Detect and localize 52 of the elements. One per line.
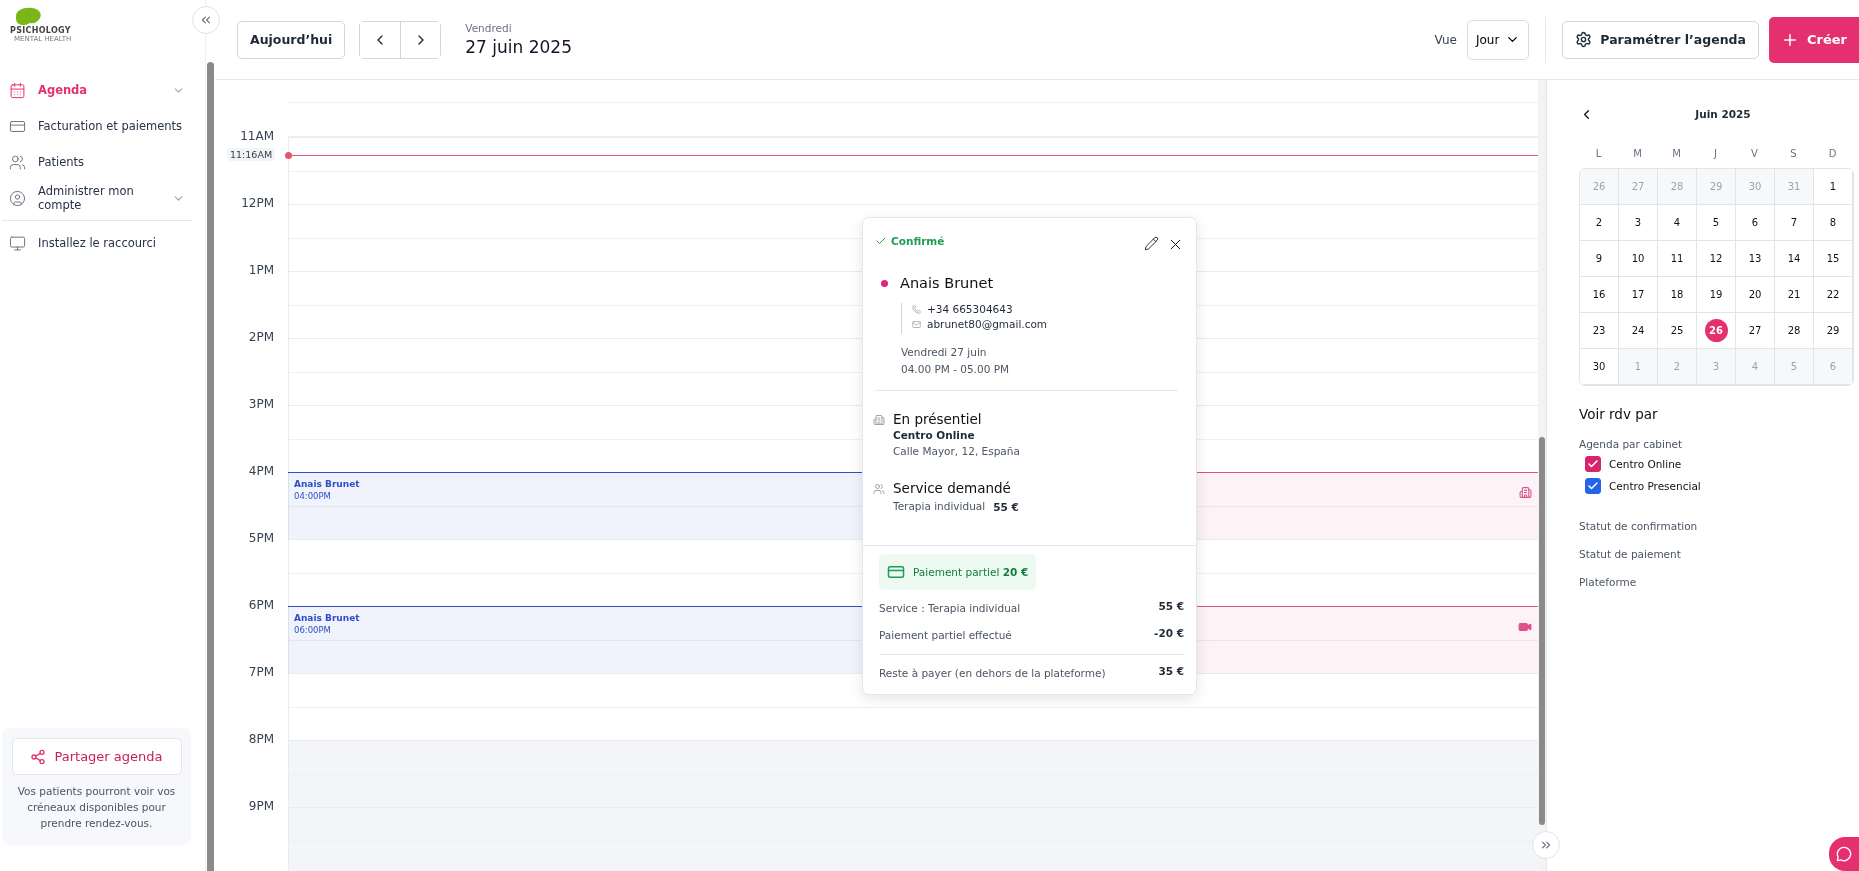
appointment-patient: Anais Brunet — [294, 613, 360, 623]
weekday-header: V — [1750, 147, 1759, 159]
hour-label: 12PM — [241, 196, 274, 210]
checkbox-label: Centro Presencial — [1609, 480, 1701, 492]
month-title: Juin 2025 — [1693, 108, 1752, 120]
patient-email: abrunet80@gmail.com — [912, 318, 1184, 330]
remaining-amount: 35 € — [1158, 665, 1184, 679]
patient-name: Anais Brunet — [900, 275, 994, 291]
weekday-header: M — [1632, 147, 1643, 159]
center-address: Calle Mayor, 12, España — [893, 444, 1020, 459]
weekday-header: D — [1827, 147, 1838, 159]
weekday-header: J — [1712, 147, 1718, 159]
appointment-time: 06:00PM — [294, 625, 332, 635]
weekday-header: M — [1671, 147, 1682, 159]
payment-status: Paiement partiel 20 € — [913, 566, 1029, 578]
weekday-label: Vendredi — [465, 22, 513, 34]
payment-line-amount: 55 € — [1158, 600, 1184, 614]
service-name: Terapia individual — [893, 499, 986, 514]
current-time-label: 11:16AM — [227, 148, 276, 161]
hour-label: 9PM — [248, 799, 274, 813]
hour-label: 11AM — [240, 129, 274, 143]
logo-name: PSICHOLOGY — [10, 26, 71, 35]
appointment-hours: 04.00 PM - 05.00 PM — [901, 362, 1011, 377]
service-title: Service demandé — [893, 480, 1012, 496]
status-label: Confirmé — [875, 228, 945, 253]
view-label: Vue — [1434, 32, 1457, 47]
appointment-time: 04:00PM — [294, 491, 332, 501]
hour-label: 4PM — [248, 464, 274, 478]
center-name: Centro Online — [893, 429, 976, 441]
filter-group-label: Agenda par cabinet — [1579, 438, 1684, 450]
hour-label: 6PM — [248, 598, 274, 612]
payment-line-label: Paiement partiel effectué — [879, 628, 1012, 643]
hour-label: 5PM — [248, 531, 274, 545]
hour-label: 1PM — [248, 263, 274, 277]
patient-phone: +34 665304643 — [912, 303, 1184, 315]
weekday-header: S — [1789, 147, 1798, 159]
location-mode: En présentiel — [893, 411, 983, 427]
service-price: 55 € — [993, 500, 1019, 513]
share-description: Vos patients pourront voir vos créneaux disponibles pour prendre rendez-vous. — [16, 784, 177, 831]
remaining-label: Reste à payer (en dehors de la plateforme) — [879, 666, 1106, 681]
hour-label: 8PM — [248, 732, 274, 746]
current-date: 27 juin 2025 — [465, 37, 572, 57]
hour-label: 7PM — [248, 665, 274, 679]
payment-line-label: Service : Terapia individual — [879, 601, 1021, 616]
filters-title: Voir rdv par — [1579, 406, 1659, 422]
payment-line-amount: -20 € — [1154, 627, 1184, 641]
hour-label: 2PM — [248, 330, 274, 344]
appointment-date: Vendredi 27 juin — [901, 345, 988, 360]
weekday-header: L — [1594, 147, 1603, 159]
hour-label: 3PM — [248, 397, 274, 411]
appointment-patient: Anais Brunet — [294, 479, 360, 489]
checkbox-label: Centro Online — [1609, 458, 1682, 470]
